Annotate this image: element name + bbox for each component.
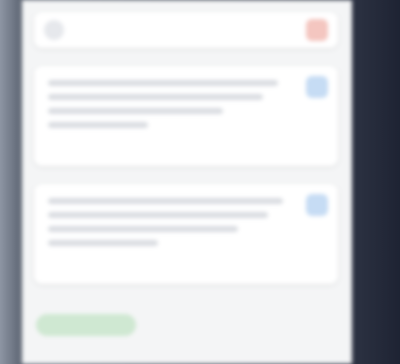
header-card[interactable] (34, 12, 338, 48)
message-card-1[interactable] (34, 66, 338, 166)
panel-content (22, 0, 352, 364)
info-badge-1[interactable] (306, 76, 328, 98)
avatar (44, 20, 64, 40)
action-chip[interactable] (36, 314, 136, 336)
info-badge-2[interactable] (306, 194, 328, 216)
app-panel (22, 0, 352, 364)
message-text-2 (48, 198, 298, 254)
notification-badge[interactable] (306, 19, 328, 41)
message-card-2[interactable] (34, 184, 338, 284)
message-text-1 (48, 80, 298, 136)
